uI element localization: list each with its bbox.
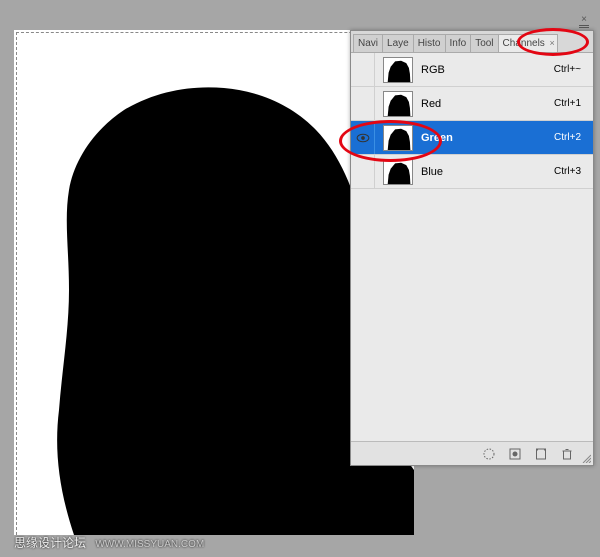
visibility-toggle[interactable] xyxy=(351,87,375,120)
channel-shortcut: Ctrl+1 xyxy=(554,98,587,109)
eye-icon xyxy=(356,133,370,143)
channel-name: RGB xyxy=(421,64,554,76)
channel-thumbnail xyxy=(383,91,413,117)
load-selection-icon[interactable] xyxy=(481,446,497,462)
channel-name: Red xyxy=(421,98,554,110)
channel-row-red[interactable]: Red Ctrl+1 xyxy=(351,87,593,121)
channel-shortcut: Ctrl+3 xyxy=(554,166,587,177)
tab-info[interactable]: Info xyxy=(445,34,472,52)
save-selection-icon[interactable] xyxy=(507,446,523,462)
channel-name: Blue xyxy=(421,166,554,178)
channel-row-green[interactable]: Green Ctrl+2 xyxy=(351,121,593,155)
tab-tools[interactable]: Tool xyxy=(470,34,498,52)
tab-channels[interactable]: Channels × xyxy=(498,34,558,52)
tab-close-icon[interactable]: × xyxy=(550,38,555,48)
channels-panel: × Navi Laye Histo Info Tool Channels × R… xyxy=(350,30,594,466)
visibility-toggle[interactable] xyxy=(351,121,375,154)
channel-thumbnail xyxy=(383,159,413,185)
close-icon[interactable]: × xyxy=(581,14,587,25)
panel-footer xyxy=(351,441,593,465)
panel-window-controls: × xyxy=(575,11,593,31)
watermark: 思缘设计论坛 WWW.MISSYUAN.COM xyxy=(14,534,204,551)
visibility-toggle[interactable] xyxy=(351,53,375,86)
panel-menu-icon[interactable] xyxy=(579,27,589,28)
watermark-text: 思缘设计论坛 xyxy=(14,536,86,550)
channel-list: RGB Ctrl+~ Red Ctrl+1 Green Ctrl+2 xyxy=(351,53,593,189)
channel-shortcut: Ctrl+2 xyxy=(554,132,587,143)
tab-layers[interactable]: Laye xyxy=(382,34,414,52)
visibility-toggle[interactable] xyxy=(351,155,375,188)
tab-navigator[interactable]: Navi xyxy=(353,34,383,52)
channel-row-blue[interactable]: Blue Ctrl+3 xyxy=(351,155,593,189)
channel-row-rgb[interactable]: RGB Ctrl+~ xyxy=(351,53,593,87)
new-channel-icon[interactable] xyxy=(533,446,549,462)
resize-grip-icon[interactable] xyxy=(581,453,591,463)
channel-name: Green xyxy=(421,132,554,144)
tab-channels-label: Channels xyxy=(503,38,545,49)
channel-thumbnail xyxy=(383,125,413,151)
channel-shortcut: Ctrl+~ xyxy=(554,64,587,75)
tab-history[interactable]: Histo xyxy=(413,34,446,52)
channel-thumbnail xyxy=(383,57,413,83)
panel-tab-strip: Navi Laye Histo Info Tool Channels × xyxy=(351,31,593,53)
watermark-url: WWW.MISSYUAN.COM xyxy=(95,539,204,550)
delete-channel-icon[interactable] xyxy=(559,446,575,462)
